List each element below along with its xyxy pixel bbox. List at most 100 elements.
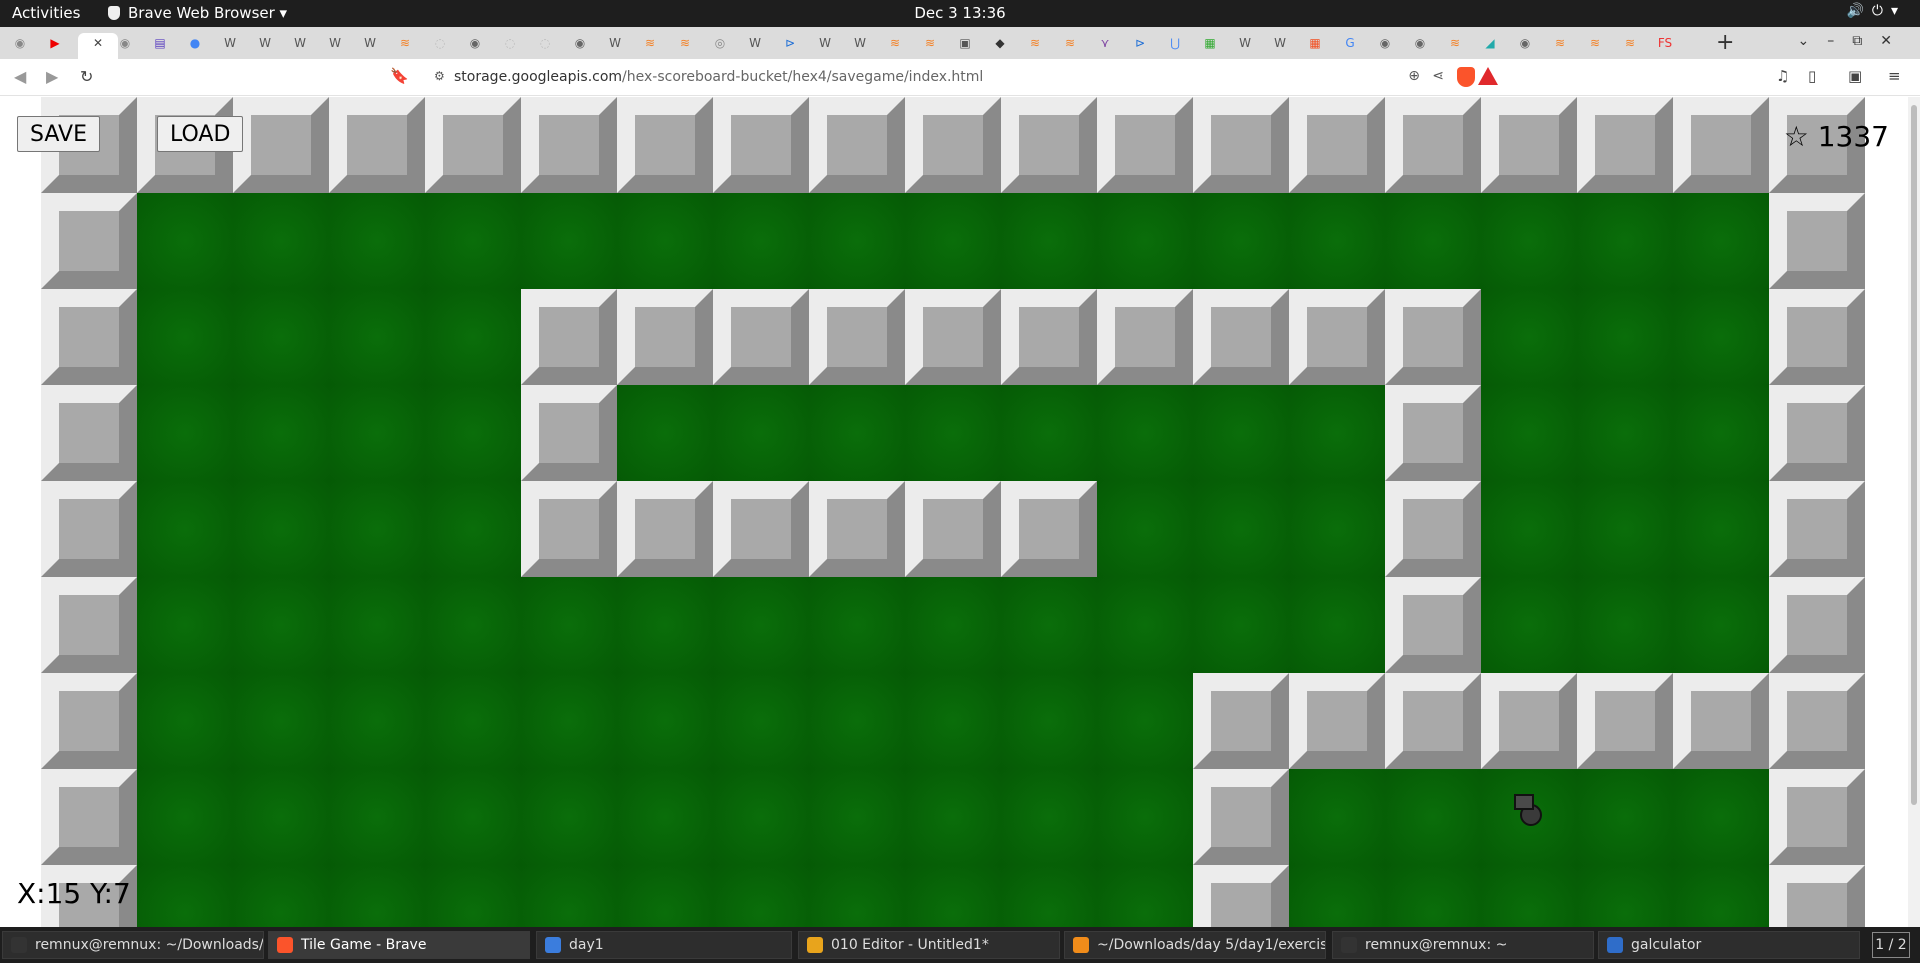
taskbar-item[interactable]: day1 [536,931,792,959]
brave-shields-icon[interactable] [1457,67,1475,87]
navigation-bar: ◀ ▶ ↻ 🔖 ⚙ storage.googleapis.com/hex-sco… [0,59,1920,96]
browser-tab-favicon-icon[interactable]: ≋ [395,33,415,53]
grass-tile [425,865,521,927]
grass-tile [809,385,905,481]
grass-tile [1673,769,1769,865]
save-button[interactable]: SAVE [17,116,100,152]
browser-tab-favicon-icon[interactable]: ⋃ [1165,33,1185,53]
browser-tab-favicon-icon[interactable]: W [745,33,765,53]
scrollbar-thumb[interactable] [1911,105,1917,805]
browser-tab-favicon-icon[interactable]: ▦ [1200,33,1220,53]
browser-tab-favicon-icon[interactable]: W [1270,33,1290,53]
browser-tab-favicon-icon[interactable]: ≋ [1585,33,1605,53]
browser-tab-favicon-icon[interactable]: ≋ [640,33,660,53]
browser-tab-favicon-icon[interactable]: ◉ [1515,33,1535,53]
browser-tab-favicon-icon[interactable]: ≋ [920,33,940,53]
browser-tab-favicon-icon[interactable]: W [290,33,310,53]
taskbar-item[interactable]: remnux@remnux: ~ [1332,931,1594,959]
bookmark-icon[interactable]: 🔖 [390,67,409,85]
browser-tab-favicon-icon[interactable]: FS [1655,33,1675,53]
browser-tab-favicon-icon[interactable]: ◆ [990,33,1010,53]
menu-icon[interactable]: ≡ [1888,67,1901,85]
taskbar-item[interactable]: ~/Downloads/day 5/day1/exercise ... [1064,931,1326,959]
browser-tab-favicon-icon[interactable]: ≋ [885,33,905,53]
wall-tile [41,289,137,385]
address-bar[interactable]: ⚙ storage.googleapis.com/hex-scoreboard-… [420,63,1500,92]
grass-tile [233,865,329,927]
tab-close-icon[interactable]: ✕ [78,33,118,59]
taskbar-item[interactable]: remnux@remnux: ~/Downloads/d... [2,931,264,959]
grass-tile [233,193,329,289]
grass-tile [1289,577,1385,673]
clock[interactable]: Dec 3 13:36 [0,4,1920,22]
vertical-scrollbar[interactable] [1908,97,1920,927]
browser-tab-favicon-icon[interactable]: ≋ [1550,33,1570,53]
browser-tab-favicon-icon[interactable]: ≋ [675,33,695,53]
browser-tab-favicon-icon[interactable]: ◌ [500,33,520,53]
wallet-icon[interactable]: ▣ [1848,67,1862,85]
game-viewport[interactable] [0,97,1920,927]
browser-tab-favicon-icon[interactable]: W [815,33,835,53]
browser-tab-favicon-icon[interactable]: W [1235,33,1255,53]
wall-tile [1385,481,1481,577]
taskbar-item[interactable]: galculator [1598,931,1860,959]
browser-tab-favicon-icon[interactable]: ▤ [150,33,170,53]
browser-tab-favicon-icon[interactable]: ◌ [535,33,555,53]
browser-tab-favicon-icon[interactable]: ◉ [465,33,485,53]
browser-tab-favicon-icon[interactable]: W [255,33,275,53]
reload-icon[interactable]: ↻ [80,67,93,86]
url-path: /hex-scoreboard-bucket/hex4/savegame/ind… [622,69,984,85]
browser-tab-favicon-icon[interactable]: ⋎ [1095,33,1115,53]
grass-tile [1097,577,1193,673]
wall-tile [809,481,905,577]
browser-tab-favicon-icon[interactable]: ▶ [45,33,65,53]
share-icon[interactable]: ⋖ [1432,68,1444,84]
new-tab-icon[interactable]: + [1716,30,1734,55]
browser-tab-favicon-icon[interactable]: ▣ [955,33,975,53]
browser-tab-favicon-icon[interactable]: ◉ [1410,33,1430,53]
browser-tab-favicon-icon[interactable]: ● [185,33,205,53]
browser-tab-favicon-icon[interactable]: G [1340,33,1360,53]
browser-tab-favicon-icon[interactable]: ◉ [115,33,135,53]
sidebar-icon[interactable]: ▯ [1808,67,1816,85]
wall-tile [905,481,1001,577]
browser-tab-favicon-icon[interactable]: ▦ [1305,33,1325,53]
browser-tab-favicon-icon[interactable]: ◉ [1375,33,1395,53]
load-button[interactable]: LOAD [157,116,244,152]
browser-tab-favicon-icon[interactable]: W [220,33,240,53]
grass-tile [713,577,809,673]
workspace-pager[interactable]: 1 / 2 [1872,932,1910,958]
window-controls[interactable]: ⌄–⧉✕ [1798,33,1910,49]
url-text[interactable]: storage.googleapis.com/hex-scoreboard-bu… [454,69,983,85]
browser-tab-favicon-icon[interactable]: W [325,33,345,53]
browser-tab-favicon-icon[interactable]: ⊳ [780,33,800,53]
grass-tile [1289,385,1385,481]
browser-tab-favicon-icon[interactable]: W [360,33,380,53]
grass-tile [617,193,713,289]
taskbar-item[interactable]: Tile Game - Brave [268,931,530,959]
browser-tab-favicon-icon[interactable]: ≋ [1060,33,1080,53]
browser-tab-favicon-icon[interactable]: ◉ [10,33,30,53]
browser-tab-favicon-icon[interactable]: ⊳ [1130,33,1150,53]
system-tray[interactable]: 🔊⏻▾ [1846,3,1906,19]
back-icon[interactable]: ◀ [14,67,26,86]
browser-tab-favicon-icon[interactable]: ≋ [1445,33,1465,53]
browser-tab-favicon-icon[interactable]: ◉ [570,33,590,53]
browser-tab-favicon-icon[interactable]: W [605,33,625,53]
browser-tab-favicon-icon[interactable]: W [850,33,870,53]
zoom-icon[interactable]: ⊕ [1408,68,1420,84]
brave-rewards-icon[interactable] [1478,67,1498,85]
wall-tile [1193,289,1289,385]
forward-icon[interactable]: ▶ [46,67,58,86]
browser-tab-favicon-icon[interactable]: ◌ [430,33,450,53]
taskbar-item[interactable]: 010 Editor - Untitled1* [798,931,1060,959]
site-info-icon[interactable]: ⚙ [434,69,445,83]
browser-tab-favicon-icon[interactable]: ≋ [1620,33,1640,53]
grass-tile [1193,577,1289,673]
browser-tab-favicon-icon[interactable]: ◎ [710,33,730,53]
media-icon[interactable]: ♫ [1776,67,1789,85]
grass-tile [1193,385,1289,481]
wall-tile [713,481,809,577]
browser-tab-favicon-icon[interactable]: ◢ [1480,33,1500,53]
browser-tab-favicon-icon[interactable]: ≋ [1025,33,1045,53]
